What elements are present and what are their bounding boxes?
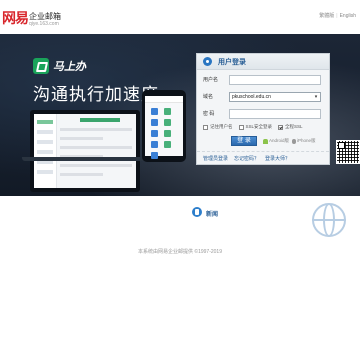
laptop-screen: [34, 114, 136, 188]
login-options: 记住用户名 SSL安全登录 全程SSL: [203, 124, 309, 130]
traditional-chinese-link[interactable]: 繁體版: [319, 13, 334, 19]
login-title: 用户登录: [218, 59, 246, 66]
remember-label: 记住用户名: [210, 124, 233, 129]
domain-select[interactable]: pkuschool.edu.cn ▾: [229, 91, 321, 102]
globe-icon: [312, 203, 346, 237]
iphone-app-link[interactable]: iPhone版: [297, 138, 316, 144]
user-icon: [203, 57, 212, 66]
domain-label: 域名: [203, 94, 214, 100]
product-domain: qiye.163.com: [29, 21, 59, 27]
remember-checkbox[interactable]: [203, 124, 208, 130]
ssl-label: SSL安全登录: [245, 124, 273, 129]
apple-icon: [292, 138, 297, 144]
top-header: 网易 企业邮箱 qiye.163.com 繁體版 | English: [0, 0, 360, 34]
login-help-link[interactable]: 登录大师？: [265, 155, 290, 162]
full-ssl-checkbox[interactable]: [278, 124, 284, 130]
username-label: 用户名: [203, 77, 219, 83]
english-link[interactable]: English: [340, 13, 356, 19]
phone-screen: [145, 96, 183, 159]
admin-login-link[interactable]: 管理员登录: [203, 155, 228, 162]
promo-slogan: 沟通执行加速度: [33, 85, 159, 105]
domain-row: 域名 pkuschool.edu.cn ▾: [203, 91, 321, 102]
laptop-sidebar: [34, 114, 57, 188]
login-footer-links: 管理员登录 忘记密码？ 登录大师？: [197, 151, 329, 165]
domain-value: pkuschool.edu.cn: [232, 93, 271, 100]
mobile-app-links: Android版 iPhone版: [263, 138, 316, 144]
promo-brand: 马上办: [33, 58, 86, 74]
mashangban-logo-icon: [33, 58, 49, 74]
netease-logo[interactable]: 网易: [2, 8, 29, 28]
ssl-checkbox[interactable]: [238, 124, 244, 130]
promo-brand-name: 马上办: [53, 60, 86, 73]
laptop-base: [22, 157, 148, 161]
language-links: 繁體版 | English: [319, 13, 356, 19]
copyright-footer: 本系统由网易企业邮提供 ©1997-2019: [138, 249, 222, 255]
forgot-password-link[interactable]: 忘记密码？: [234, 155, 259, 162]
password-input[interactable]: [229, 108, 321, 119]
laptop-content: [60, 118, 132, 184]
qr-code-icon: [336, 140, 360, 164]
chevron-down-icon[interactable]: ▾: [313, 94, 319, 100]
password-row: 密 码: [203, 108, 321, 119]
laptop-mockup: [30, 110, 140, 192]
news-icon: [192, 207, 202, 217]
login-panel: 用户登录 用户名 域名 pkuschool.edu.cn ▾ 密 码 记住用户名…: [196, 53, 330, 165]
login-button[interactable]: 登 录: [231, 136, 257, 146]
full-ssl-label: 全程SSL: [285, 124, 303, 129]
username-input[interactable]: [229, 74, 321, 85]
password-label: 密 码: [203, 111, 215, 117]
phone-mockup: [142, 90, 186, 162]
login-header: 用户登录: [197, 54, 329, 70]
news-heading[interactable]: 新闻: [206, 209, 218, 218]
username-row: 用户名: [203, 74, 321, 85]
android-app-link[interactable]: Android版: [269, 138, 289, 144]
android-icon: [263, 138, 268, 144]
